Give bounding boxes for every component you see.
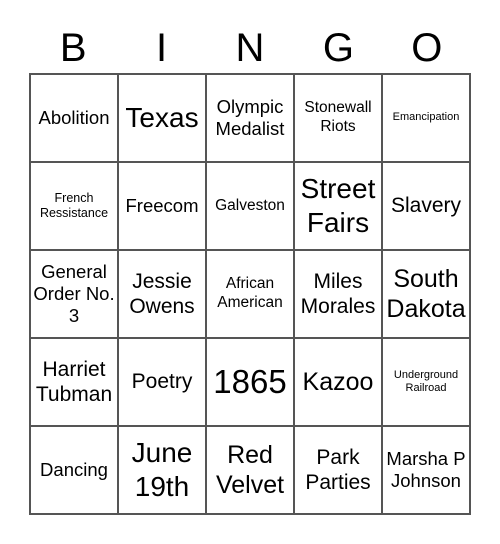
bingo-cell[interactable]: Emancipation: [382, 74, 470, 162]
bingo-cell[interactable]: Miles Morales: [294, 250, 382, 338]
bingo-cell[interactable]: Abolition: [30, 74, 118, 162]
bingo-cell[interactable]: Freecom: [118, 162, 206, 250]
bingo-cell[interactable]: Marsha P Johnson: [382, 426, 470, 514]
bingo-cell[interactable]: French Ressistance: [30, 162, 118, 250]
bingo-cell[interactable]: General Order No. 3: [30, 250, 118, 338]
bingo-header: B I N G O: [29, 22, 471, 74]
bingo-grid: Abolition Texas Olympic Medalist Stonewa…: [29, 73, 471, 515]
header-letter-g: G: [322, 26, 354, 70]
bingo-cell[interactable]: Olympic Medalist: [206, 74, 294, 162]
bingo-cell[interactable]: Texas: [118, 74, 206, 162]
bingo-cell[interactable]: Dancing: [30, 426, 118, 514]
bingo-cell[interactable]: June 19th: [118, 426, 206, 514]
bingo-cell[interactable]: Street Fairs: [294, 162, 382, 250]
bingo-cell[interactable]: Stonewall Riots: [294, 74, 382, 162]
header-letter-b: B: [59, 26, 87, 70]
bingo-cell[interactable]: Galveston: [206, 162, 294, 250]
bingo-cell[interactable]: Kazoo: [294, 338, 382, 426]
bingo-cell[interactable]: Jessie Owens: [118, 250, 206, 338]
bingo-cell[interactable]: 1865: [206, 338, 294, 426]
bingo-cell[interactable]: Slavery: [382, 162, 470, 250]
bingo-cell[interactable]: Red Velvet: [206, 426, 294, 514]
bingo-cell[interactable]: African American: [206, 250, 294, 338]
bingo-cell[interactable]: Harriet Tubman: [30, 338, 118, 426]
header-letter-i: I: [156, 26, 168, 70]
bingo-cell[interactable]: Underground Railroad: [382, 338, 470, 426]
header-letter-n: N: [235, 26, 265, 70]
header-letter-o: O: [411, 26, 443, 70]
bingo-cell[interactable]: Poetry: [118, 338, 206, 426]
bingo-cell[interactable]: South Dakota: [382, 250, 470, 338]
bingo-cell[interactable]: Park Parties: [294, 426, 382, 514]
